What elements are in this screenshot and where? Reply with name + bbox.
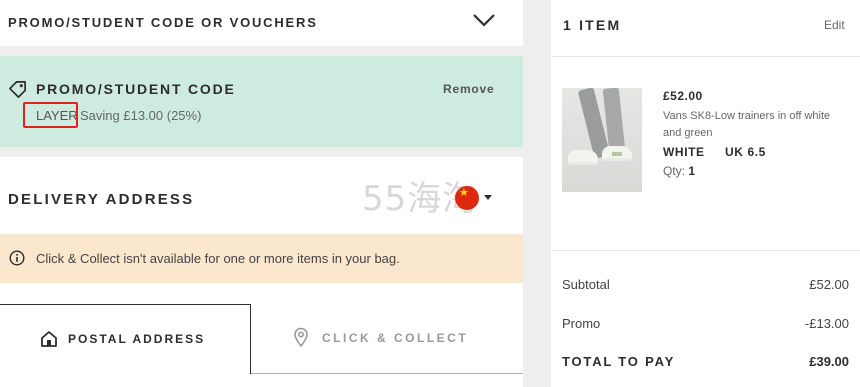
promo-saving-text: Saving £13.00 (25%) [80, 108, 202, 123]
product-name: Vans SK8-Low trainers in off white and g… [663, 110, 831, 139]
tab-click-collect[interactable]: CLICK & COLLECT [251, 304, 523, 374]
promo-value: -£13.00 [804, 316, 849, 331]
promo-applied-panel: PROMO/STUDENT CODE Remove LAYER Saving £… [0, 56, 523, 147]
promo-code-highlight-box [23, 102, 78, 128]
promo-applied-title: PROMO/STUDENT CODE [36, 81, 236, 97]
bag-item-count: 1 ITEM [563, 17, 622, 33]
remove-promo-button[interactable]: Remove [443, 82, 495, 96]
divider [551, 56, 860, 57]
promo-label: Promo [562, 316, 601, 331]
edit-bag-link[interactable]: Edit [824, 18, 845, 32]
info-icon [9, 250, 25, 266]
product-qty: Qty: 1 [663, 164, 695, 178]
qty-label: Qty: [663, 164, 686, 178]
product-size: UK 6.5 [725, 145, 766, 159]
promo-vouchers-header[interactable]: PROMO/STUDENT CODE OR VOUCHERS [0, 0, 523, 46]
home-icon [41, 331, 57, 347]
country-dropdown-caret-icon[interactable] [484, 195, 492, 200]
product-color: WHITE [663, 145, 705, 159]
total-label: TOTAL TO PAY [562, 354, 676, 369]
china-flag-icon[interactable]: ★ [455, 186, 479, 210]
notice-text: Click & Collect isn't available for one … [36, 251, 400, 266]
subtotal-label: Subtotal [562, 277, 610, 292]
bag-summary-panel: 1 ITEM Edit £52.00 Vans SK8-Low trainers… [551, 0, 860, 387]
divider [551, 250, 860, 251]
click-collect-notice: Click & Collect isn't available for one … [0, 234, 523, 283]
product-image [562, 88, 642, 192]
tab-postal-address[interactable]: POSTAL ADDRESS [0, 304, 251, 374]
delivery-address-title: DELIVERY ADDRESS [8, 191, 195, 208]
checkout-left-column: PROMO/STUDENT CODE OR VOUCHERS PROMO/STU… [0, 0, 523, 387]
product-price: £52.00 [663, 89, 703, 103]
chevron-down-icon[interactable] [471, 10, 497, 30]
promo-vouchers-title: PROMO/STUDENT CODE OR VOUCHERS [8, 15, 318, 30]
location-pin-icon [294, 327, 308, 347]
delivery-address-section: DELIVERY ADDRESS 55海淘 ★ Click & Collect … [0, 157, 523, 387]
tab-postal-label: POSTAL ADDRESS [68, 332, 206, 346]
subtotal-value: £52.00 [809, 277, 849, 292]
total-value: £39.00 [809, 354, 849, 369]
qty-value: 1 [688, 164, 696, 178]
tag-icon [9, 81, 26, 98]
tab-collect-label: CLICK & COLLECT [322, 331, 469, 345]
